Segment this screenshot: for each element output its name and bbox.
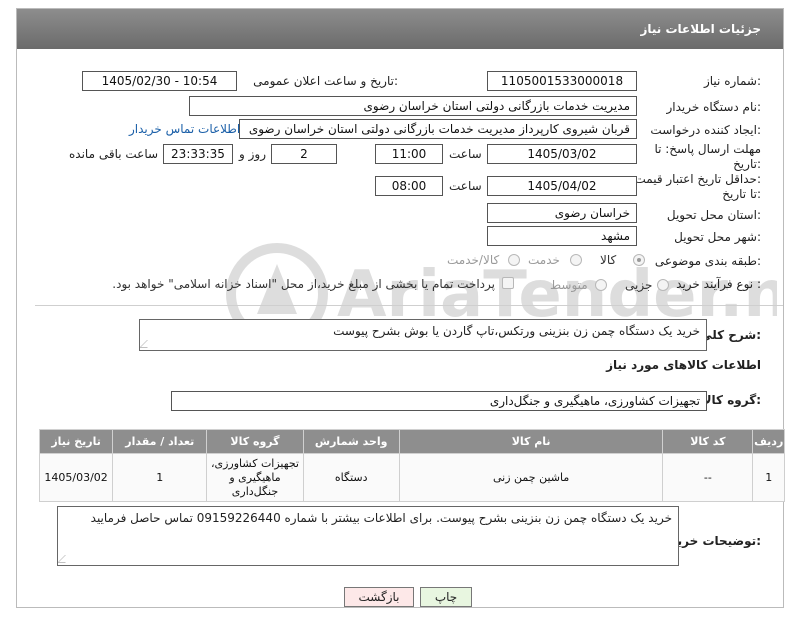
description-textarea: خرید یک دستگاه چمن زن بنزینی ورتکس،تاپ گ…	[139, 319, 707, 351]
buyer-notes-text: خرید یک دستگاه چمن زن بنزینی بشرح پیوست.…	[90, 511, 672, 525]
days-field: 2	[271, 144, 337, 164]
province-field: خراسان رضوی	[487, 203, 637, 223]
goods-group-label: گروه کالا:	[702, 393, 761, 407]
process-radio-minor[interactable]	[657, 279, 669, 291]
price-time-label: ساعت	[449, 179, 482, 193]
city-field: مشهد	[487, 226, 637, 246]
price-date-field: 1405/04/02	[487, 176, 637, 196]
description-text: خرید یک دستگاه چمن زن بنزینی ورتکس،تاپ گ…	[333, 324, 700, 338]
city-label: شهر محل تحویل:	[674, 230, 761, 244]
price-deadline-label: حداقل تاریخ اعتبار قیمت:	[634, 172, 761, 186]
col-need-date: تاریخ نیاز	[38, 429, 114, 454]
resize-grip-icon[interactable]	[58, 555, 73, 563]
back-button[interactable]: بازگشت	[344, 587, 414, 607]
announce-field: 1405/02/30 - 10:54	[82, 71, 237, 91]
process-option-medium: متوسط	[550, 278, 588, 292]
divider	[35, 305, 783, 306]
cell-row: 1	[752, 453, 785, 502]
cell-need-date: 1405/03/02	[38, 453, 114, 502]
page-frame: جزئیات اطلاعات نیاز AriaTender.neT شماره…	[4, 4, 785, 615]
requester-label: ایجاد کننده درخواست:	[650, 123, 761, 137]
reply-time-label: ساعت	[449, 147, 482, 161]
col-group: گروه کالا	[206, 429, 304, 454]
panel-title: جزئیات اطلاعات نیاز	[640, 22, 761, 36]
category-radio-service[interactable]	[570, 254, 582, 266]
goods-table: تاریخ نیاز تعداد / مقدار گروه کالا واحد …	[38, 429, 785, 502]
process-radio-medium[interactable]	[595, 279, 607, 291]
category-label: طبقه بندی موضوعی:	[654, 254, 761, 268]
category-radio-both[interactable]	[508, 254, 520, 266]
need-number-field: 1105001533000018	[487, 71, 637, 91]
cell-quantity: 1	[112, 453, 208, 502]
process-option-minor: جزیی	[625, 278, 653, 292]
province-label: استان محل تحویل:	[666, 208, 761, 222]
category-option-service: خدمت	[528, 253, 560, 267]
panel-header: جزئیات اطلاعات نیاز	[17, 9, 783, 49]
goods-group-field: تجهیزات کشاورزی، ماهیگیری و جنگل‌داری	[171, 391, 707, 411]
reply-time-field: 11:00	[375, 144, 443, 164]
buyer-contact-link[interactable]: اطلاعات تماس خریدار	[129, 122, 240, 136]
remaining-label: ساعت باقی مانده	[69, 147, 159, 161]
price-time-field: 08:00	[375, 176, 443, 196]
reply-deadline-label-2: تاریخ:	[733, 157, 761, 171]
goods-section-title: اطلاعات کالاهای مورد نیاز	[606, 358, 761, 372]
reply-date-field: 1405/03/02	[487, 144, 637, 164]
details-panel: جزئیات اطلاعات نیاز AriaTender.neT شماره…	[16, 8, 785, 608]
resize-grip-icon[interactable]	[140, 340, 155, 348]
col-quantity: تعداد / مقدار	[112, 429, 208, 454]
table-row: 1405/03/02 1 تجهیزات کشاورزی، ماهیگیری و…	[38, 453, 785, 502]
buyer-org-label: نام دستگاه خریدار:	[666, 100, 762, 114]
announce-label: تاریخ و ساعت اعلان عمومی:	[253, 74, 398, 88]
col-row: ردیف	[752, 429, 785, 454]
remaining-time-field: 23:33:35	[163, 144, 233, 164]
requester-field: قربان شیروی کارپرداز مدیریت خدمات بازرگا…	[239, 119, 637, 139]
treasury-payment-checkbox[interactable]	[502, 277, 514, 289]
buyer-org-field: مدیریت خدمات بازرگانی دولتی استان خراسان…	[189, 96, 637, 116]
category-radio-goods[interactable]	[633, 254, 645, 266]
cell-unit: دستگاه	[302, 453, 400, 502]
need-number-label: شماره نیاز:	[703, 74, 761, 88]
col-code: کد کالا	[662, 429, 754, 454]
buyer-notes-textarea: خرید یک دستگاه چمن زن بنزینی بشرح پیوست.…	[57, 506, 679, 566]
goods-table-header-row: تاریخ نیاز تعداد / مقدار گروه کالا واحد …	[38, 429, 785, 454]
reply-deadline-label: مهلت ارسال پاسخ: تا	[654, 142, 761, 156]
process-label: نوع فرآیند خرید :	[676, 277, 761, 291]
treasury-payment-note: پرداخت تمام یا بخشی از مبلغ خرید،از محل …	[112, 277, 495, 291]
category-option-both: کالا/خدمت	[447, 253, 500, 267]
print-button[interactable]: چاپ	[420, 587, 472, 607]
col-name: نام کالا	[398, 429, 664, 454]
cell-name: ماشین چمن زنی	[398, 453, 664, 502]
cell-code: --	[662, 453, 754, 502]
cell-group: تجهیزات کشاورزی، ماهیگیری و جنگل‌داری	[206, 453, 304, 502]
price-deadline-label-2: تا تاریخ:	[722, 187, 761, 201]
col-unit: واحد شمارش	[302, 429, 400, 454]
category-option-goods: کالا	[600, 253, 617, 267]
days-label: روز و	[239, 147, 266, 161]
